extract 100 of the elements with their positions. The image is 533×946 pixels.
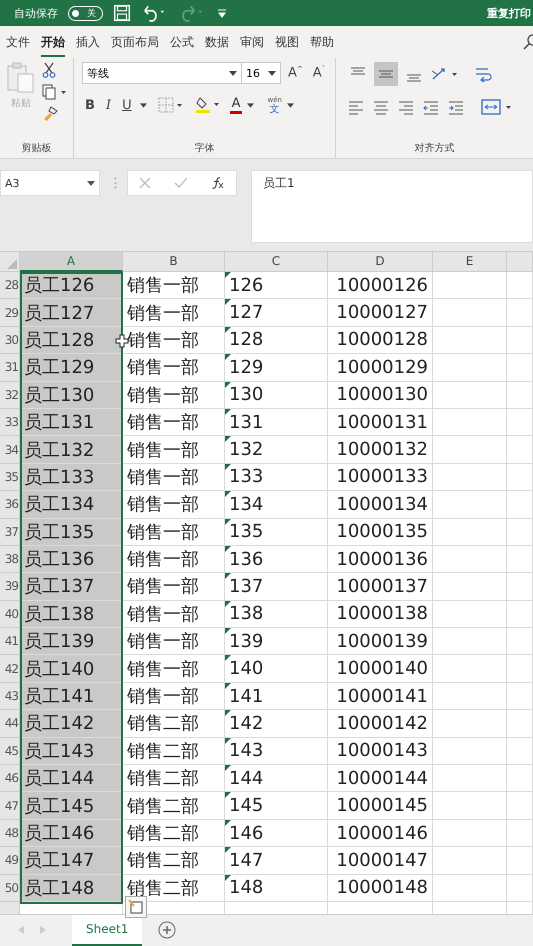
save-icon[interactable] — [113, 4, 131, 22]
font-color-button[interactable]: A — [230, 96, 242, 114]
ribbon-tab[interactable]: 审阅 — [240, 28, 264, 56]
column-header[interactable]: A — [20, 252, 123, 272]
cursor-icon — [115, 334, 129, 348]
table-cell: 10000144 — [328, 765, 433, 792]
fill-color-icon[interactable] — [194, 96, 221, 114]
dropdown-icon[interactable] — [286, 102, 294, 108]
error-indicator-icon — [225, 408, 231, 415]
ribbon-tab[interactable]: 文件 — [6, 28, 30, 56]
align-middle-icon[interactable] — [374, 62, 398, 86]
column-header[interactable]: C — [225, 252, 328, 272]
row-header[interactable]: 37 — [0, 518, 20, 546]
ribbon-tab[interactable]: 页面布局 — [111, 28, 159, 56]
table-cell — [507, 874, 533, 902]
row-header[interactable]: 45 — [0, 738, 20, 766]
row-header[interactable]: 33 — [0, 408, 20, 436]
row-header[interactable]: 49 — [0, 847, 20, 875]
table-cell: 10000126 — [328, 272, 433, 300]
error-indicator-icon — [225, 682, 231, 689]
table-cell — [507, 765, 533, 792]
ribbon-tab[interactable]: 数据 — [205, 28, 229, 56]
row-header[interactable]: 47 — [0, 792, 20, 820]
increase-font-button[interactable]: A$^{^}$ — [285, 65, 306, 81]
table-cell: 147 — [225, 847, 328, 875]
row-header[interactable]: 30 — [0, 326, 20, 354]
add-sheet-icon[interactable] — [158, 921, 176, 940]
paste-options-icon[interactable] — [125, 896, 147, 918]
function-icon[interactable] — [210, 177, 225, 189]
paste-label: 粘贴 — [11, 96, 31, 110]
dropdown-icon[interactable] — [247, 102, 254, 108]
row-header[interactable]: 31 — [0, 354, 20, 382]
row-header[interactable]: 46 — [0, 765, 20, 792]
table-cell: 员工143 — [20, 738, 123, 766]
row-header[interactable]: 32 — [0, 382, 20, 409]
table-cell: 员工145 — [20, 792, 123, 820]
table-cell: 148 — [225, 874, 328, 902]
row-header[interactable]: 44 — [0, 710, 20, 738]
customize-toolbar-icon[interactable] — [217, 8, 227, 18]
sheet-tab[interactable]: Sheet1 — [72, 914, 142, 946]
table-cell — [507, 518, 533, 546]
table-cell: 销售一部 — [123, 299, 225, 327]
row-header[interactable]: 43 — [0, 682, 20, 710]
table-cell: 销售一部 — [123, 628, 225, 656]
drag-handle-icon[interactable] — [114, 177, 117, 189]
format-painter-icon[interactable] — [42, 106, 58, 122]
row-header[interactable]: 42 — [0, 655, 20, 683]
dropdown-icon — [268, 70, 276, 76]
table-cell: 131 — [225, 408, 328, 436]
ribbon-tab[interactable]: 帮助 — [310, 28, 334, 56]
ribbon-tab[interactable]: 公式 — [170, 28, 194, 56]
ribbon-tab[interactable]: 插入 — [76, 28, 100, 56]
table-cell: 146 — [225, 820, 328, 848]
scissors-icon[interactable] — [42, 62, 56, 78]
font-name-field[interactable]: 等线 — [82, 62, 242, 84]
error-indicator-icon — [225, 382, 231, 388]
table-cell: 132 — [225, 436, 328, 464]
error-indicator-icon — [225, 628, 231, 634]
autosave-toggle[interactable]: 关 — [68, 6, 103, 20]
table-cell: 员工137 — [20, 573, 123, 601]
table-cell: 134 — [225, 491, 328, 519]
table-cell: 10000127 — [328, 299, 433, 327]
underline-button[interactable]: U — [119, 98, 135, 112]
row-header[interactable]: 28 — [0, 272, 20, 300]
font-size-field[interactable]: 16 — [241, 62, 281, 84]
row-header[interactable]: 38 — [0, 546, 20, 574]
ribbon-tab[interactable]: 开始 — [41, 28, 65, 56]
ribbon-tab[interactable]: 视图 — [275, 28, 299, 56]
row-header[interactable]: 41 — [0, 628, 20, 656]
table-cell: 10000129 — [328, 354, 433, 382]
row-header[interactable]: 50 — [0, 874, 20, 902]
table-cell: 销售一部 — [123, 682, 225, 710]
copy-icon[interactable] — [42, 84, 68, 100]
table-cell — [507, 820, 533, 848]
row-header[interactable]: 29 — [0, 299, 20, 327]
dropdown-icon[interactable] — [140, 102, 147, 108]
table-cell — [507, 326, 533, 354]
table-cell — [507, 546, 533, 574]
name-box[interactable]: A3 — [0, 170, 100, 196]
table-cell: 员工140 — [20, 655, 123, 683]
bold-button[interactable]: B — [82, 98, 98, 112]
row-header[interactable]: 35 — [0, 464, 20, 492]
table-cell: 10000145 — [328, 792, 433, 820]
check-icon[interactable] — [174, 177, 188, 189]
table-cell: 员工139 — [20, 628, 123, 656]
error-indicator-icon — [225, 573, 231, 580]
column-header[interactable]: E — [433, 252, 507, 272]
table-cell: 销售一部 — [123, 573, 225, 601]
row-header[interactable]: 40 — [0, 600, 20, 628]
column-header[interactable]: D — [328, 252, 433, 272]
column-header[interactable]: B — [123, 252, 225, 272]
decrease-font-button[interactable]: A$^{ˇ}$ — [310, 65, 328, 81]
italic-button[interactable]: I — [102, 98, 114, 112]
table-cell — [507, 491, 533, 519]
table-cell: 10000128 — [328, 326, 433, 354]
row-header[interactable]: 48 — [0, 820, 20, 848]
row-header[interactable]: 34 — [0, 436, 20, 464]
row-header[interactable]: 39 — [0, 573, 20, 601]
formula-field[interactable]: 员工1 — [251, 170, 533, 243]
row-header[interactable]: 36 — [0, 491, 20, 519]
